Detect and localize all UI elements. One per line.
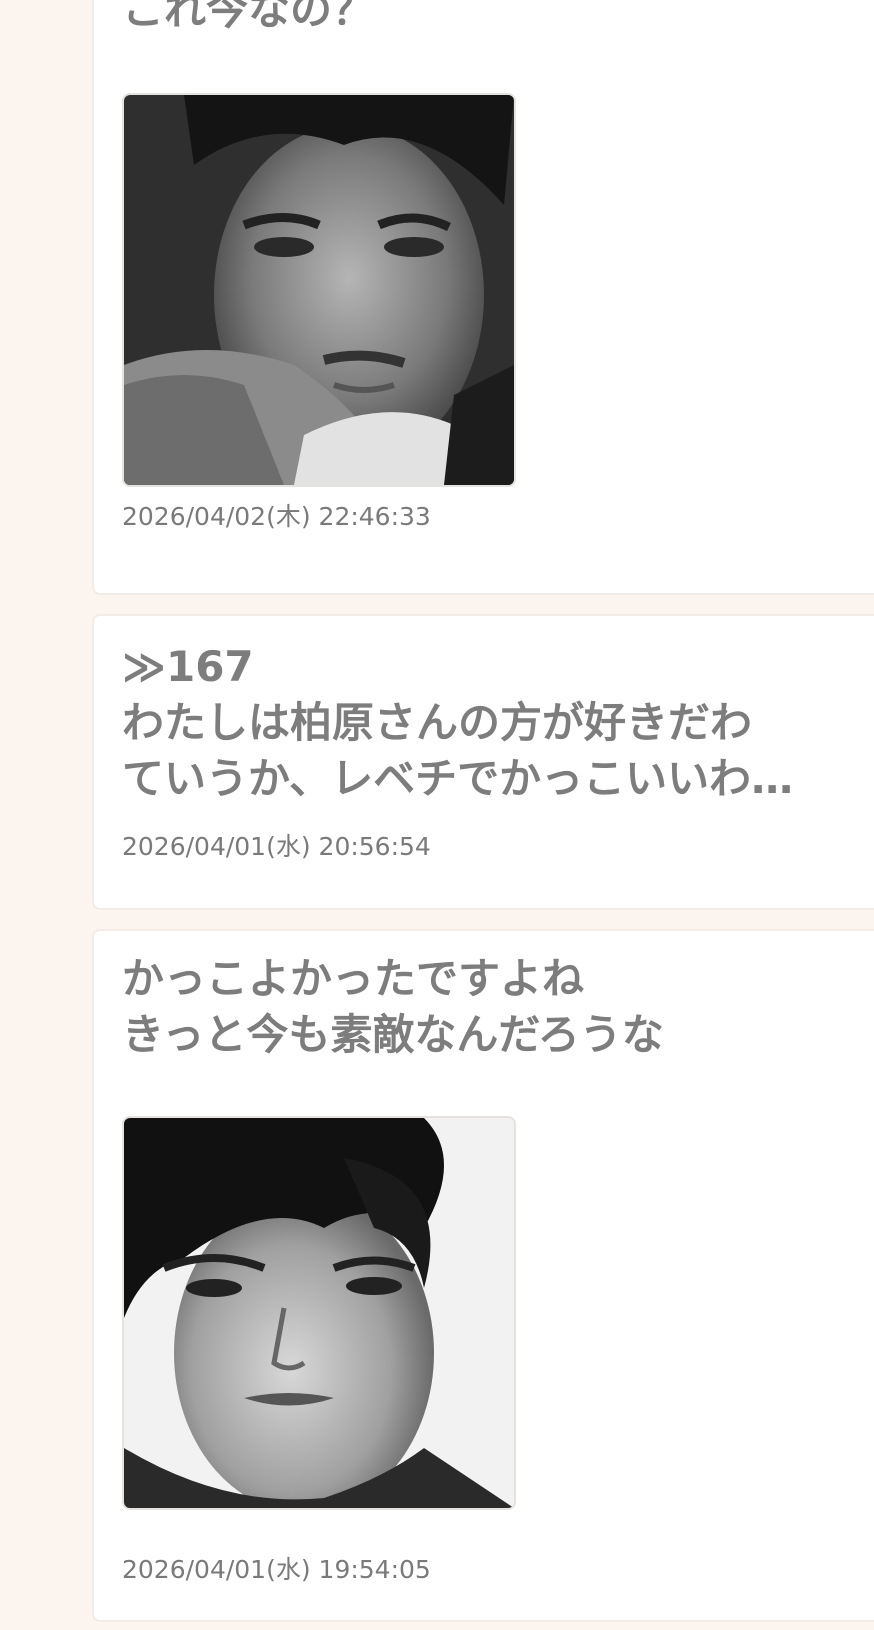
- comment-line: わたしは柏原さんの方が好きだわ: [122, 698, 753, 747]
- comment-text: ≫167 わたしは柏原さんの方が好きだわ ていうか、レベチでかっこいいわ…: [122, 639, 793, 807]
- comment-card: かっこよかったですよね きっと今も素敵なんだろうな 2026/04/01(水) …: [92, 929, 874, 1622]
- reply-anchor-link[interactable]: ≫167: [122, 639, 793, 695]
- portrait-photo-2: [124, 1118, 514, 1508]
- comment-text: これ今なの？: [122, 0, 374, 38]
- comment-image[interactable]: [122, 93, 516, 487]
- comment-line: ていうか、レベチでかっこいいわ…: [122, 754, 794, 803]
- portrait-photo-1: [124, 95, 514, 485]
- comment-timestamp: 2026/04/01(水) 19:54:05: [122, 1555, 431, 1584]
- comment-image[interactable]: [122, 1116, 516, 1510]
- comment-line: きっと今も素敵なんだろうな: [122, 1010, 664, 1059]
- comment-card: これ今なの？ 2026/04/02(木) 22:46:33: [92, 0, 874, 595]
- comment-timestamp: 2026/04/01(水) 20:56:54: [122, 832, 431, 861]
- comment-card: ≫167 わたしは柏原さんの方が好きだわ ていうか、レベチでかっこいいわ… 20…: [92, 614, 874, 910]
- comment-line: かっこよかったですよね: [122, 954, 585, 1003]
- comment-timestamp: 2026/04/02(木) 22:46:33: [122, 502, 431, 531]
- comment-line: これ今なの？: [122, 0, 375, 34]
- comment-text: かっこよかったですよね きっと今も素敵なんだろうな: [122, 951, 664, 1063]
